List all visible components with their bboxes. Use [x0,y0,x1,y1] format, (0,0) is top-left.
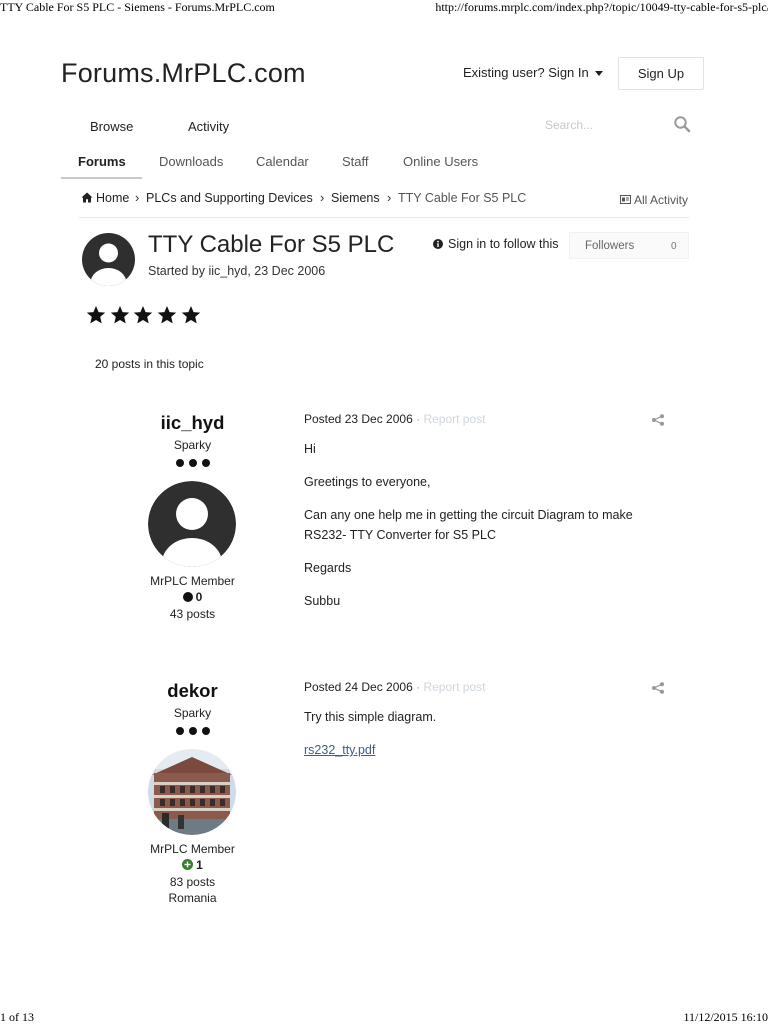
tab-online-users[interactable]: Online Users [403,154,478,169]
all-activity-label: All Activity [634,193,689,207]
chevron-right-icon: › [387,190,392,205]
search-box [537,112,691,138]
followers-label: Followers [585,240,635,252]
sign-up-button[interactable]: Sign Up [618,57,704,90]
follow-label: Sign in to follow this [448,237,559,251]
info-icon [433,239,443,249]
follow-link[interactable]: Sign in to follow this [433,237,558,251]
post-body: Hi Greetings to everyone, Can any one he… [304,439,664,624]
reputation-value: 0 [195,590,203,604]
breadcrumb-home-label: Home [96,191,130,205]
author-rank: Sparky [173,438,212,452]
breadcrumb-current: TTY Cable For S5 PLC [398,191,527,205]
post-paragraph: Can any one help me in getting the circu… [304,508,633,542]
breadcrumb-plcs[interactable]: PLCs and Supporting Devices [146,191,313,205]
tab-forums[interactable]: Forums [78,154,126,169]
post-meta: Posted 24 Dec 2006 · Report post [304,680,486,694]
author-name[interactable]: dekor [80,680,305,702]
author-post-count: 83 posts [169,875,216,889]
author-location: Romania [168,891,217,905]
star-icon[interactable] [110,305,130,325]
print-page-url: http://forums.mrplc.com/index.php?/topic… [435,0,768,14]
nav-activity[interactable]: Activity [188,119,229,134]
avatar-placeholder-icon[interactable] [82,233,135,286]
caret-down-icon [594,71,603,77]
search-icon[interactable] [673,115,691,133]
star-icon[interactable] [157,305,177,325]
posts-in-topic: 20 posts in this topic [95,357,204,371]
tab-downloads[interactable]: Downloads [159,154,223,169]
plus-circle-icon [182,859,194,870]
author-group: MrPLC Member [150,842,235,856]
star-icon[interactable] [133,305,153,325]
post-meta: Posted 23 Dec 2006 · Report post [304,412,486,426]
avatar-placeholder-icon[interactable] [148,481,236,567]
post-paragraph: Subbu [304,594,341,608]
chevron-right-icon: › [135,190,140,205]
print-page-number: 1 of 13 [0,1010,34,1024]
share-icon[interactable] [651,682,665,694]
post-date: Posted 23 Dec 2006 [304,412,413,426]
breadcrumb-home[interactable]: Home [81,191,129,205]
site-title[interactable]: Forums.MrPLC.com [61,58,306,89]
home-icon [81,192,93,203]
followers-button[interactable]: Followers 0 [569,232,689,259]
post: dekor Sparky MrPLC Member 1 83 posts Rom… [0,680,768,920]
star-icon[interactable] [181,305,201,325]
nav-browse[interactable]: Browse [90,119,133,134]
rank-pips [176,459,210,467]
reputation-value: 1 [196,858,203,872]
reputation: 1 [80,858,305,872]
sign-in-dropdown[interactable]: Existing user? Sign In [463,65,603,80]
avatar-photo[interactable] [148,749,236,835]
reputation-neutral-icon [182,592,193,602]
active-tab-indicator [61,177,142,179]
print-timestamp: 11/12/2015 16:10 [683,1010,768,1024]
topic-title: TTY Cable For S5 PLC [148,231,395,258]
print-footer: 1 of 13 11/12/2015 16:10 [0,1010,768,1024]
report-post-link[interactable]: Report post [423,412,485,426]
report-post-link[interactable]: Report post [423,680,485,694]
author-post-count: 43 posts [169,607,216,621]
all-activity-link[interactable]: All Activity [620,193,688,207]
post: iic_hyd Sparky MrPLC Member 0 43 posts P… [0,412,768,652]
post-body: Try this simple diagram. rs232_tty.pdf [304,707,664,773]
star-icon[interactable] [86,305,106,325]
topic-started-by: Started by iic_hyd, 23 Dec 2006 [148,264,326,278]
reputation: 0 [80,590,305,604]
attachment-link[interactable]: rs232_tty.pdf [304,743,375,757]
print-header: TTY Cable For S5 PLC - Siemens - Forums.… [0,0,768,16]
secondary-nav: Forums Downloads Calendar Staff Online U… [61,148,689,180]
post-date: Posted 24 Dec 2006 [304,680,413,694]
author-name[interactable]: iic_hyd [80,412,305,434]
author-rank: Sparky [173,706,212,720]
print-page-title: TTY Cable For S5 PLC - Siemens - Forums.… [0,0,275,14]
followers-count: 0 [671,241,677,252]
sign-in-label: Existing user? Sign In [463,65,589,80]
chevron-right-icon: › [320,190,325,205]
post-paragraph: Try this simple diagram. [304,710,437,724]
rank-pips [176,727,210,735]
author-group: MrPLC Member [150,574,235,588]
post-paragraph: Regards [304,561,352,575]
divider [79,217,689,218]
breadcrumb-siemens[interactable]: Siemens [331,191,380,205]
tab-calendar[interactable]: Calendar [256,154,309,169]
tab-staff[interactable]: Staff [342,154,369,169]
post-paragraph: Hi [304,442,316,456]
activity-icon [620,195,631,204]
post-paragraph: Greetings to everyone, [304,475,431,489]
share-icon[interactable] [651,414,665,426]
search-input[interactable] [537,112,667,138]
